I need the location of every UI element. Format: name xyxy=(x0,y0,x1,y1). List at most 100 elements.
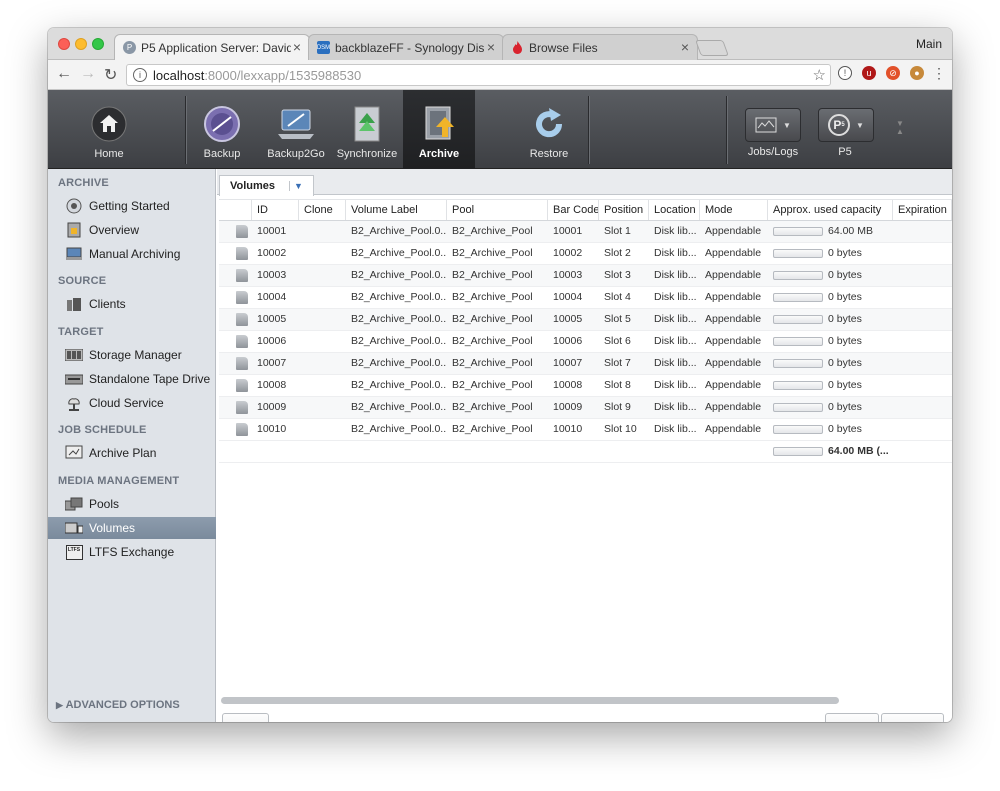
advanced-options-toggle[interactable]: ▶ ADVANCED OPTIONS xyxy=(56,699,180,711)
toolbar-label: P5 xyxy=(838,146,852,158)
extension-info-icon[interactable]: ! xyxy=(838,66,852,80)
cell-capacity: 0 bytes xyxy=(768,243,893,264)
column-header[interactable]: Expiration xyxy=(893,200,952,220)
close-tab-icon[interactable]: × xyxy=(487,39,495,55)
reload-icon[interactable]: ↻ xyxy=(104,65,117,85)
table-row[interactable]: 10008 B2_Archive_Pool.0... B2_Archive_Pool… xyxy=(219,375,952,397)
toolbar-backup-button[interactable]: Backup xyxy=(188,90,256,169)
capacity-text: 0 bytes xyxy=(828,335,862,347)
table-body: 10001 B2_Archive_Pool.0... B2_Archive_Pool… xyxy=(219,221,952,441)
table-row[interactable]: 10006 B2_Archive_Pool.0... B2_Archive_Pool… xyxy=(219,331,952,353)
capacity-text: 64.00 MB xyxy=(828,225,873,237)
table-row[interactable]: 10001 B2_Archive_Pool.0... B2_Archive_Pool… xyxy=(219,221,952,243)
cell-location: Disk lib... xyxy=(654,291,697,303)
close-tab-icon[interactable]: × xyxy=(681,39,689,55)
new-tab-button[interactable] xyxy=(695,40,729,56)
p5-menu-button[interactable]: P5 ▼ xyxy=(818,108,874,142)
table-row[interactable]: 10009 B2_Archive_Pool.0... B2_Archive_Pool… xyxy=(219,397,952,419)
toolbar-home-button[interactable]: Home xyxy=(72,90,146,169)
close-window-button[interactable] xyxy=(58,38,70,50)
cell-id: 10001 xyxy=(257,225,287,237)
toolbar-label: Archive xyxy=(418,148,460,160)
sidebar-item-storage-manager[interactable]: Storage Manager xyxy=(48,344,216,366)
scrollbar-thumb[interactable] xyxy=(221,697,839,704)
column-header[interactable]: Approx. used capacity xyxy=(768,200,893,220)
column-header[interactable]: Bar Code xyxy=(548,200,599,220)
volume-icon xyxy=(236,335,248,348)
sidebar-item-getting-started[interactable]: Getting Started xyxy=(48,195,216,217)
toolbar-backup2go-button[interactable]: Backup2Go xyxy=(260,90,332,169)
toolbar-divider xyxy=(726,96,727,164)
cell-label: B2_Archive_Pool.0... xyxy=(351,291,447,303)
table-row[interactable]: 10002 B2_Archive_Pool.0... B2_Archive_Pool… xyxy=(219,243,952,265)
column-header[interactable]: Mode xyxy=(700,200,768,220)
cookie-icon[interactable]: ● xyxy=(910,66,924,80)
table-row[interactable]: 10004 B2_Archive_Pool.0... B2_Archive_Pool… xyxy=(219,287,952,309)
sidebar-item-volumes[interactable]: Volumes xyxy=(48,517,216,539)
tab-dropdown-icon[interactable]: ▼ xyxy=(289,181,303,191)
sidebar-item-archive-plan[interactable]: Archive Plan xyxy=(48,442,216,464)
sidebar-item-cloud-service[interactable]: Cloud Service xyxy=(48,392,216,414)
sidebar-item-label: Volumes xyxy=(89,521,136,535)
minimize-window-button[interactable] xyxy=(75,38,87,50)
cell-location: Disk lib... xyxy=(654,269,697,281)
column-header[interactable]: Position xyxy=(599,200,649,220)
jobs-logs-menu-button[interactable]: ▼ xyxy=(745,108,801,142)
unload-button[interactable]: Unload xyxy=(881,713,944,722)
extension-icon[interactable]: ⊘ xyxy=(886,66,900,80)
sidebar-item-label: Pools xyxy=(89,497,120,511)
cell-id: 10008 xyxy=(257,379,287,391)
p5-badge-letter: P xyxy=(833,118,842,132)
toolbar-restore-button[interactable]: Restore xyxy=(516,90,582,169)
column-header[interactable]: ID xyxy=(252,200,299,220)
capacity-text: 0 bytes xyxy=(828,313,862,325)
column-header[interactable]: Pool xyxy=(447,200,548,220)
cell-clone xyxy=(299,353,346,374)
table-row[interactable]: 10005 B2_Archive_Pool.0... B2_Archive_Pool… xyxy=(219,309,952,331)
browser-tab-browse-files[interactable]: Browse Files × xyxy=(502,34,698,60)
bookmark-star-icon[interactable]: ☆ xyxy=(813,66,826,84)
actions-menu-button[interactable]: ⚙▲ xyxy=(222,713,269,722)
home-icon xyxy=(89,104,129,144)
sidebar-item-label: Standalone Tape Drive xyxy=(89,372,211,386)
forward-arrow-icon[interactable]: → xyxy=(80,65,96,83)
column-header[interactable]: Clone xyxy=(299,200,346,220)
url-bar[interactable]: i localhost:8000/lexxapp/1535988530 ☆ xyxy=(126,64,831,86)
table-row[interactable]: 10007 B2_Archive_Pool.0... B2_Archive_Pool… xyxy=(219,353,952,375)
cell-expiration xyxy=(893,419,952,440)
back-arrow-icon[interactable]: ← xyxy=(56,65,72,83)
browser-menu-icon[interactable]: ⋮ xyxy=(932,65,946,82)
zoom-window-button[interactable] xyxy=(92,38,104,50)
table-row[interactable]: 10003 B2_Archive_Pool.0... B2_Archive_Pool… xyxy=(219,265,952,287)
profile-name[interactable]: Main xyxy=(916,37,942,51)
horizontal-scrollbar[interactable] xyxy=(221,697,949,704)
volume-icon xyxy=(236,313,248,326)
info-icon[interactable]: i xyxy=(133,68,147,82)
cell-expiration xyxy=(893,353,952,374)
browser-tab-synology[interactable]: DSM backblazeFF - Synology DiskSt × xyxy=(308,34,504,60)
column-header[interactable] xyxy=(219,200,252,220)
cell-barcode: 10005 xyxy=(553,313,583,325)
cell-clone xyxy=(299,397,346,418)
sidebar-item-overview[interactable]: Overview xyxy=(48,219,216,241)
cell-id: 10006 xyxy=(257,335,287,347)
close-tab-icon[interactable]: × xyxy=(293,39,301,55)
column-header[interactable]: Location xyxy=(649,200,700,220)
sidebar-item-pools[interactable]: Pools xyxy=(48,493,216,515)
tab-volumes[interactable]: Volumes ▼ xyxy=(219,175,314,196)
toolbar-label: Backup xyxy=(203,148,241,160)
cell-capacity: 0 bytes xyxy=(768,287,893,308)
toolbar-synchronize-button[interactable]: Synchronize xyxy=(334,90,400,169)
ublock-shield-icon[interactable]: u xyxy=(862,66,876,80)
column-header[interactable]: Volume Label xyxy=(346,200,447,220)
toolbar-overflow-icon[interactable]: ▼ ▲ xyxy=(896,120,904,136)
browser-tab-p5[interactable]: P P5 Application Server: Davids- × xyxy=(114,34,310,61)
toolbar-archive-button[interactable]: Archive xyxy=(403,90,475,169)
sidebar-item-standalone-tape-drive[interactable]: Standalone Tape Drive xyxy=(48,368,216,390)
table-row[interactable]: 10010 B2_Archive_Pool.0... B2_Archive_Pool… xyxy=(219,419,952,441)
sidebar-item-manual-archiving[interactable]: Manual Archiving xyxy=(48,243,216,265)
sidebar-item-clients[interactable]: Clients xyxy=(48,293,216,315)
label-button[interactable]: Label xyxy=(825,713,879,722)
url-text[interactable]: localhost:8000/lexxapp/1535988530 xyxy=(153,68,361,83)
sidebar-item-ltfs-exchange[interactable]: LTFS LTFS Exchange xyxy=(48,541,216,563)
